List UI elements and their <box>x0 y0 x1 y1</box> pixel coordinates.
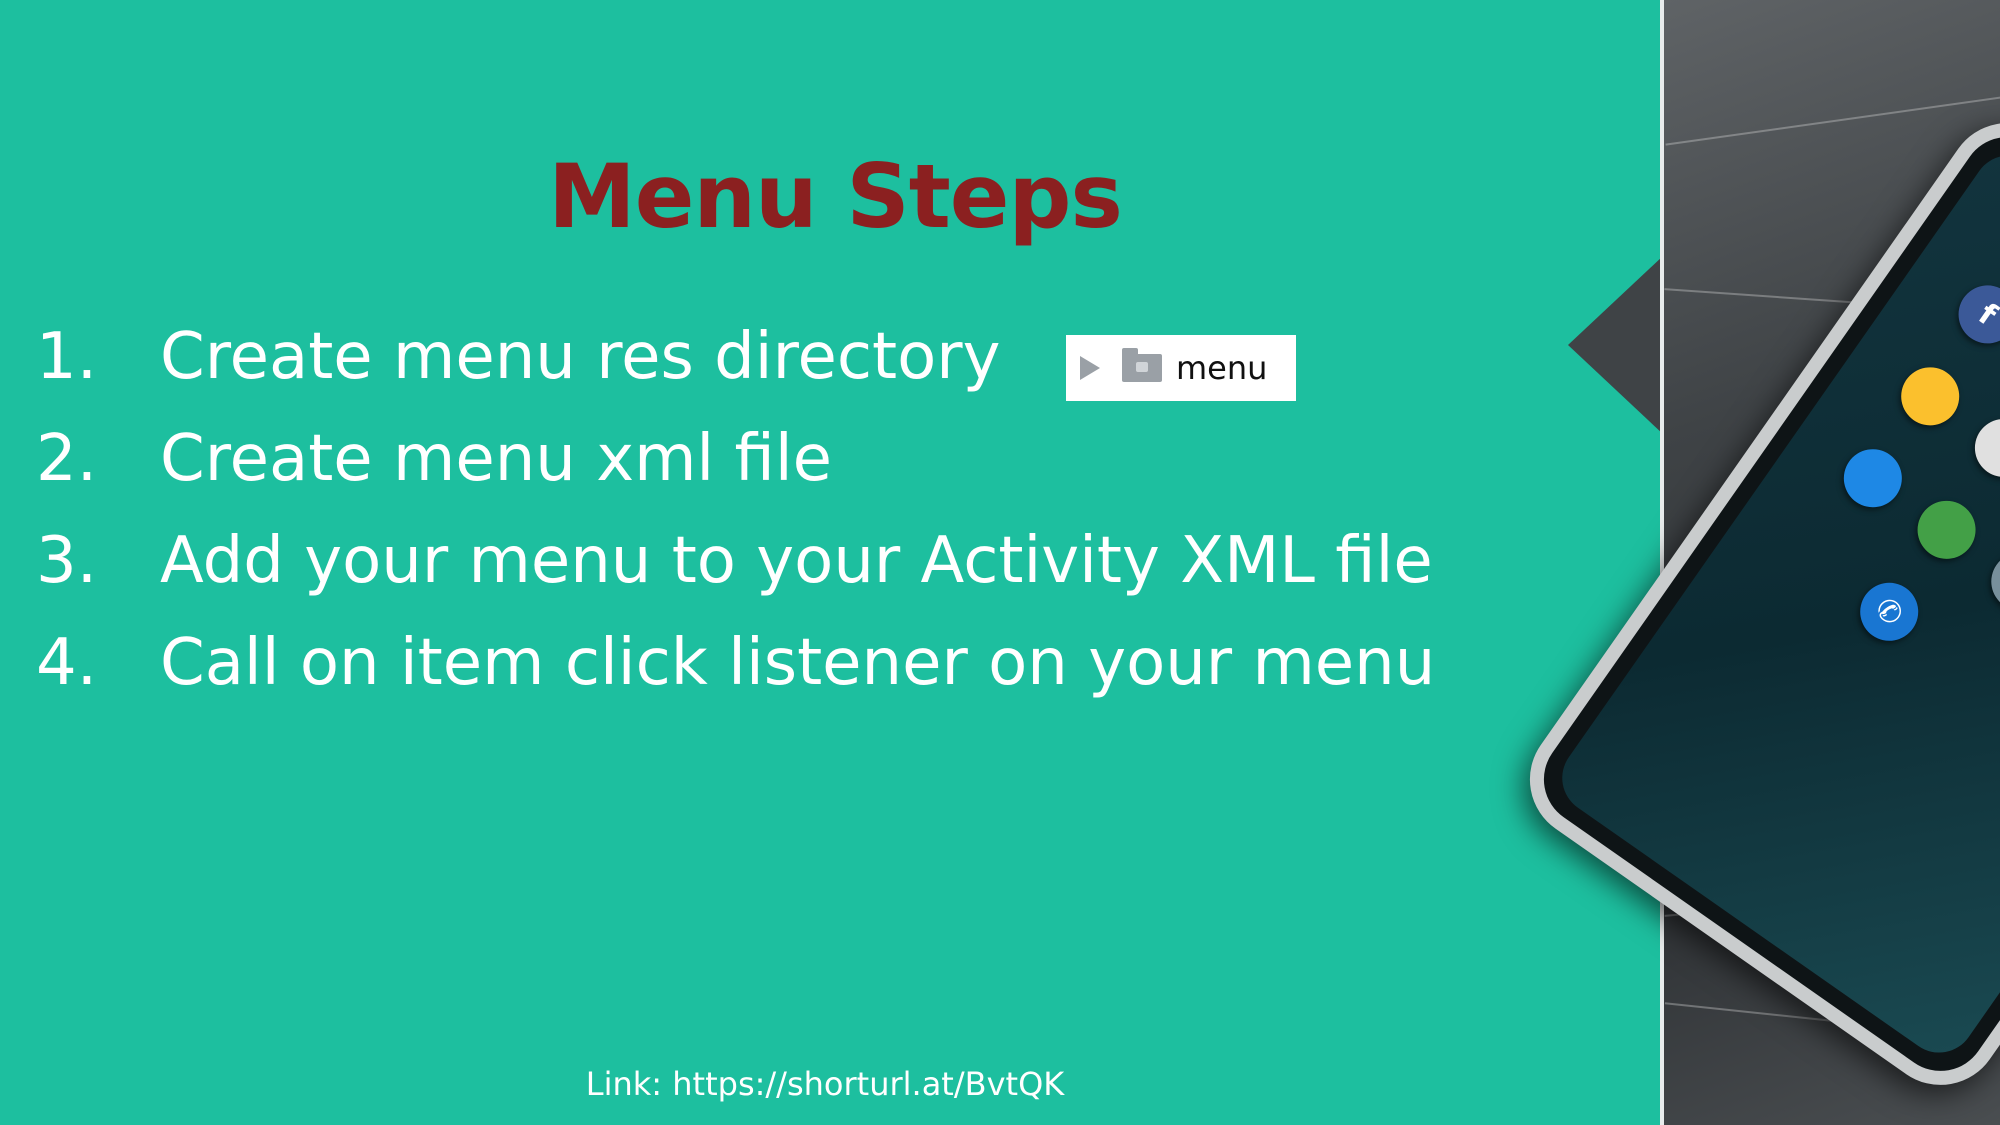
facebook-icon: f <box>1947 274 2000 355</box>
camera-icon <box>1979 541 2000 622</box>
step-text: Call on item click listener on your menu <box>160 626 1436 700</box>
step-number: 2. <box>36 422 98 496</box>
folder-icon <box>1122 348 1162 382</box>
playmemories-icon <box>1889 355 1971 437</box>
expand-arrow-icon <box>1080 356 1100 380</box>
step-item: 4. Call on item click listener on your m… <box>36 626 1435 728</box>
menu-folder-screenshot: menu <box>1066 335 1296 401</box>
folder-label: menu <box>1176 349 1268 387</box>
step-item: 3. Add your menu to your Activity XML fi… <box>36 524 1435 626</box>
step-text: Add your menu to your Activity XML file <box>160 524 1433 598</box>
sheets-icon <box>1906 489 1987 571</box>
phone-icon: ✆ <box>1848 571 1930 653</box>
slide-title: Menu Steps <box>548 145 1123 248</box>
step-text: Create menu res directory <box>160 320 1001 394</box>
step-number: 3. <box>36 524 98 598</box>
vsco-icon <box>1963 407 2000 489</box>
messenger-icon <box>1832 437 1914 519</box>
step-number: 4. <box>36 626 98 700</box>
map-line <box>1665 96 2000 146</box>
step-text: Create menu xml file <box>160 422 832 496</box>
slide: Menu Steps 1. Create menu res directory … <box>0 0 2000 1125</box>
step-number: 1. <box>36 320 98 394</box>
step-item: 2. Create menu xml file <box>36 422 1435 524</box>
decorative-notch <box>1568 255 1664 435</box>
reference-link[interactable]: Link: https://shorturl.at/BvtQK <box>0 1065 1650 1103</box>
